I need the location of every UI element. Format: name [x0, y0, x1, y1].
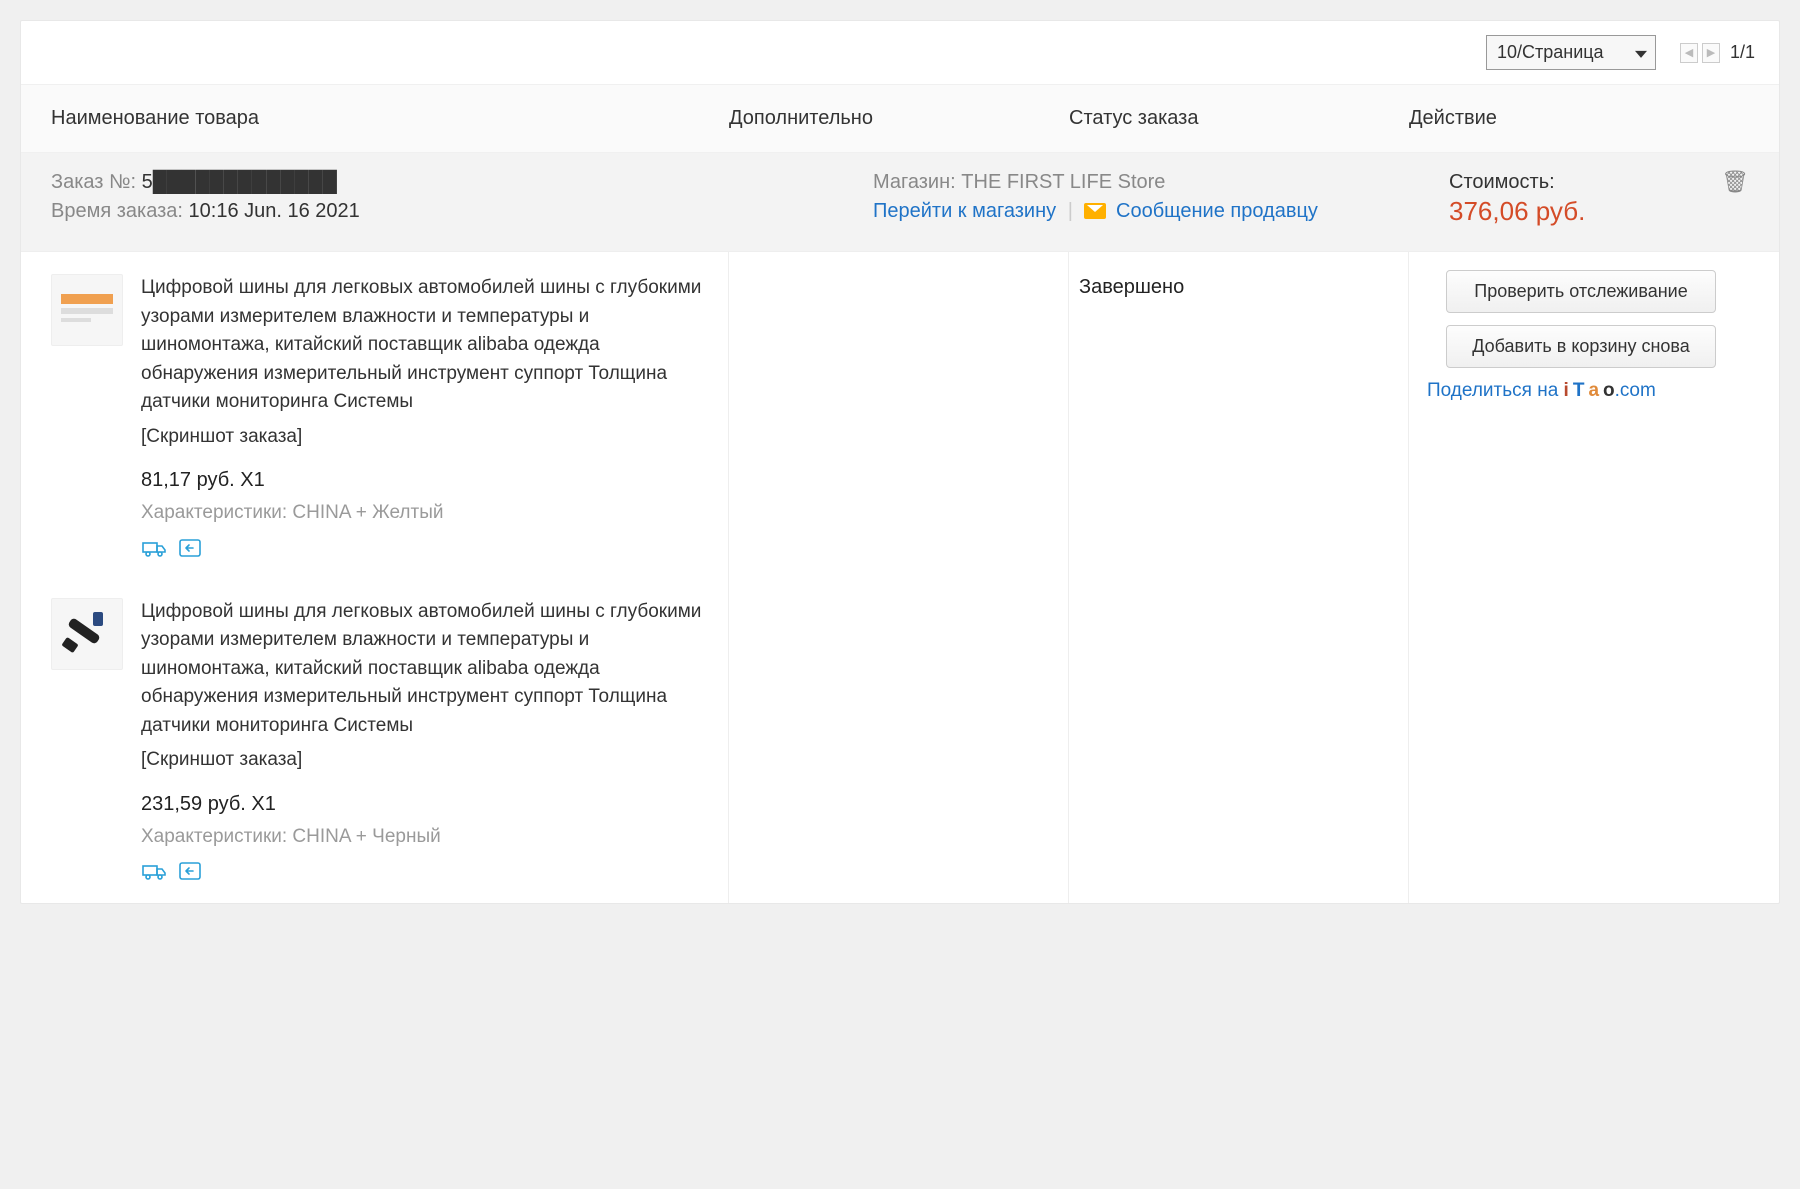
refund-icon — [177, 861, 203, 881]
order-meta: Заказ №: 5█████████████ Время заказа: 10… — [51, 171, 857, 229]
item-badges — [141, 861, 708, 881]
col-header-extra: Дополнительно — [729, 107, 1069, 130]
col-header-name: Наименование товара — [51, 107, 729, 130]
table-header: Наименование товара Дополнительно Статус… — [21, 84, 1779, 153]
order-number-value: 5█████████████ — [142, 171, 337, 193]
orders-panel: 10/Страница ◀ ▶ 1/1 Наименование товара … — [20, 20, 1780, 904]
product-image-icon — [57, 280, 117, 340]
item-price: 231,59 руб. X1 — [141, 789, 708, 819]
item-spec: Характеристики: CHINA + Черный — [141, 823, 708, 852]
topbar: 10/Страница ◀ ▶ 1/1 — [21, 21, 1779, 84]
truck-icon — [141, 861, 167, 881]
share-link[interactable]: Поделиться на iTao.com — [1427, 380, 1656, 401]
item-price: 81,17 руб. X1 — [141, 465, 708, 495]
col-header-status: Статус заказа — [1069, 107, 1409, 130]
per-page-select[interactable]: 10/Страница — [1486, 35, 1656, 70]
store-label: Магазин: — [873, 171, 956, 193]
envelope-icon — [1084, 203, 1106, 219]
track-button[interactable]: Проверить отслеживание — [1446, 270, 1716, 313]
pager-text: 1/1 — [1730, 42, 1755, 63]
truck-icon — [141, 538, 167, 558]
list-item: Цифровой шины для легковых автомобилей ш… — [51, 274, 708, 558]
per-page-label: 10/Страница — [1497, 42, 1604, 62]
contact-seller-link[interactable]: Сообщение продавцу — [1116, 200, 1318, 222]
itao-logo: iTao.com — [1564, 380, 1656, 401]
store-name: THE FIRST LIFE Store — [961, 171, 1165, 193]
col-header-action: Действие — [1409, 107, 1749, 130]
items-column: Цифровой шины для легковых автомобилей ш… — [51, 252, 729, 903]
list-item: Цифровой шины для легковых автомобилей ш… — [51, 598, 708, 882]
cost-value: 376,06 руб. — [1449, 196, 1585, 227]
status-column: Завершено — [1069, 252, 1409, 903]
product-thumbnail[interactable] — [51, 274, 123, 346]
product-image-icon — [57, 604, 117, 664]
action-column: Проверить отслеживание Добавить в корзин… — [1409, 252, 1749, 903]
pager: ◀ ▶ 1/1 — [1680, 42, 1755, 63]
refund-icon — [177, 538, 203, 558]
item-info: Цифровой шины для легковых автомобилей ш… — [141, 274, 708, 558]
item-title[interactable]: Цифровой шины для легковых автомобилей ш… — [141, 274, 708, 417]
order-number-label: Заказ №: — [51, 171, 136, 193]
order-status: Завершено — [1079, 276, 1398, 299]
cost-label: Стоимость: — [1449, 171, 1585, 194]
item-note: [Скриншот заказа] — [141, 423, 708, 452]
item-title[interactable]: Цифровой шины для легковых автомобилей ш… — [141, 598, 708, 741]
pager-prev-icon[interactable]: ◀ — [1680, 43, 1698, 63]
item-badges — [141, 538, 708, 558]
extra-column — [729, 252, 1069, 903]
share-prefix: Поделиться на — [1427, 380, 1564, 401]
store-meta: Магазин: THE FIRST LIFE Store Перейти к … — [873, 171, 1433, 223]
item-note: [Скриншот заказа] — [141, 746, 708, 775]
product-thumbnail[interactable] — [51, 598, 123, 670]
item-info: Цифровой шины для легковых автомобилей ш… — [141, 598, 708, 882]
pager-next-icon[interactable]: ▶ — [1702, 43, 1720, 63]
separator: | — [1068, 200, 1073, 222]
order-body: Цифровой шины для легковых автомобилей ш… — [21, 252, 1779, 903]
order-cost: Стоимость: 376,06 руб. 🗑 — [1449, 171, 1749, 227]
order-summary-row: Заказ №: 5█████████████ Время заказа: 10… — [21, 153, 1779, 252]
goto-store-link[interactable]: Перейти к магазину — [873, 200, 1056, 222]
order-time-label: Время заказа: — [51, 200, 183, 222]
item-spec: Характеристики: CHINA + Желтый — [141, 499, 708, 528]
trash-icon[interactable]: 🗑 — [1721, 171, 1749, 193]
share-line: Поделиться на iTao.com — [1413, 380, 1749, 402]
order-time-value: 10:16 Jun. 16 2021 — [189, 200, 360, 222]
reorder-button[interactable]: Добавить в корзину снова — [1446, 325, 1716, 368]
